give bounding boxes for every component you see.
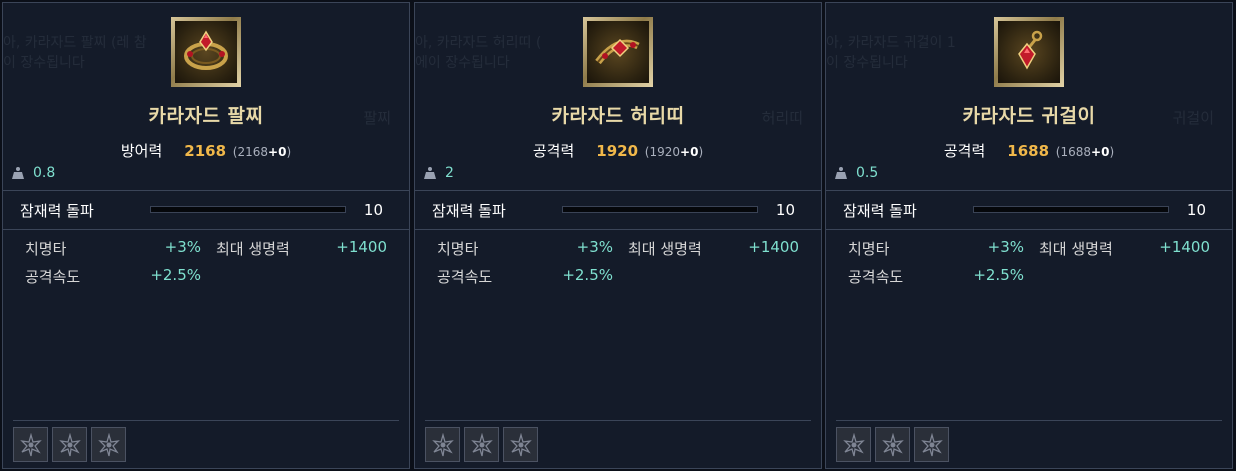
empty-rune-slot-icon[interactable]: [836, 427, 871, 462]
main-stat-bonus: +0: [680, 145, 699, 159]
divider: [13, 420, 399, 421]
potential-value: 10: [1186, 201, 1206, 219]
divider: [425, 420, 811, 421]
sub-stat-value: +1400: [748, 238, 799, 256]
item-card-earring[interactable]: 아, 카라자드 귀걸이 1 이 장수됩니다 귀걸이 카라자드 귀걸이 공격력 16…: [825, 2, 1233, 469]
sub-stat-value: +1400: [336, 238, 387, 256]
potential-breakthrough-row: 잠재력 돌파 10: [3, 191, 409, 229]
divider: [826, 229, 1232, 230]
divider: [3, 229, 409, 230]
empty-rune-slot-icon[interactable]: [875, 427, 910, 462]
weight-indicator: 0.8: [11, 165, 55, 181]
item-icon-frame[interactable]: [994, 17, 1064, 87]
background-ghost-text: 아, 카라자드 허리띠 ( 에이 장수됩니다: [415, 35, 542, 71]
potential-progress-bar: [973, 206, 1169, 213]
sub-stat-label: 치명타: [25, 240, 67, 258]
main-stat-value: 2168: [184, 142, 227, 160]
empty-rune-slot-icon[interactable]: [914, 427, 949, 462]
sub-stat-label: 공격속도: [848, 268, 904, 286]
bracelet-icon: [175, 21, 237, 83]
potential-progress-bar: [150, 206, 346, 213]
rune-slots: [836, 427, 949, 462]
rune-slots: [13, 427, 126, 462]
sub-stat-value: +1400: [1159, 238, 1210, 256]
weight-value: 2: [445, 165, 454, 181]
sub-stat-label: 공격속도: [437, 268, 493, 286]
main-stat: 공격력 1920 (1920+0): [415, 140, 821, 161]
potential-label: 잠재력 돌파: [20, 201, 94, 220]
main-stat: 방어력 2168 (2168+0): [3, 140, 409, 161]
item-name: 카라자드 팔찌: [148, 105, 264, 127]
sub-stat-value: +2.5%: [150, 266, 201, 284]
empty-rune-slot-icon[interactable]: [425, 427, 460, 462]
item-name: 카라자드 귀걸이: [962, 105, 1096, 127]
main-stat-detail: (1920+0): [644, 145, 704, 159]
sub-stats: 치명타 +3% 최대 생명력 +1400 공격속도 +2.5%: [25, 238, 395, 294]
weight-icon: [424, 167, 436, 179]
item-card-belt[interactable]: 아, 카라자드 허리띠 ( 에이 장수됩니다 허리띠 카라자드 허리띠 공격력 1…: [414, 2, 822, 469]
empty-rune-slot-icon[interactable]: [464, 427, 499, 462]
sub-stat-label: 공격속도: [25, 268, 81, 286]
main-stat-value: 1920: [596, 142, 639, 160]
sub-stats: 치명타 +3% 최대 생명력 +1400 공격속도 +2.5%: [437, 238, 807, 294]
sub-stat-value: +3%: [576, 238, 613, 256]
rune-slots: [425, 427, 538, 462]
main-stat-detail: (2168+0): [232, 145, 292, 159]
empty-rune-slot-icon[interactable]: [91, 427, 126, 462]
main-stat-base: 1688: [1060, 145, 1092, 159]
sub-stat-label: 치명타: [848, 240, 890, 258]
belt-icon: [587, 21, 649, 83]
main-stat-value: 1688: [1007, 142, 1050, 160]
earring-icon: [998, 21, 1060, 83]
main-stat-bonus: +0: [268, 145, 287, 159]
sub-stat-row: 치명타 +3% 최대 생명력 +1400: [437, 238, 807, 266]
potential-breakthrough-row: 잠재력 돌파 10: [826, 191, 1232, 229]
main-stat: 공격력 1688 (1688+0): [826, 140, 1232, 161]
weight-icon: [835, 167, 847, 179]
weight-value: 0.5: [856, 165, 879, 181]
main-stat-detail: (1688+0): [1055, 145, 1115, 159]
sub-stat-label: 최대 생명력: [628, 240, 702, 258]
potential-label: 잠재력 돌파: [843, 201, 917, 220]
potential-value: 10: [363, 201, 383, 219]
weight-indicator: 2: [423, 165, 454, 181]
sub-stat-row: 공격속도 +2.5%: [848, 266, 1218, 294]
sub-stat-row: 공격속도 +2.5%: [25, 266, 395, 294]
weight-indicator: 0.5: [834, 165, 878, 181]
main-stat-base: 1920: [649, 145, 681, 159]
sub-stat-value: +3%: [987, 238, 1024, 256]
sub-stat-label: 최대 생명력: [216, 240, 290, 258]
background-ghost-text: 아, 카라자드 귀걸이 1 이 장수됩니다: [826, 35, 956, 71]
potential-value: 10: [775, 201, 795, 219]
item-card-bracelet[interactable]: 아, 카라자드 팔찌 (레 참 이 장수됩니다 팔찌 카라자드 팔찌 방어력 21…: [2, 2, 410, 469]
potential-label: 잠재력 돌파: [432, 201, 506, 220]
item-name: 카라자드 허리띠: [551, 105, 685, 127]
sub-stat-label: 치명타: [437, 240, 479, 258]
main-stat-bonus: +0: [1091, 145, 1110, 159]
sub-stat-row: 공격속도 +2.5%: [437, 266, 807, 294]
sub-stat-label: 최대 생명력: [1039, 240, 1113, 258]
potential-progress-bar: [562, 206, 758, 213]
sub-stat-row: 치명타 +3% 최대 생명력 +1400: [848, 238, 1218, 266]
sub-stat-value: +2.5%: [562, 266, 613, 284]
item-icon-frame[interactable]: [171, 17, 241, 87]
empty-rune-slot-icon[interactable]: [503, 427, 538, 462]
sub-stat-value: +2.5%: [973, 266, 1024, 284]
weight-icon: [12, 167, 24, 179]
main-stat-label: 방어력: [120, 142, 163, 160]
empty-rune-slot-icon[interactable]: [52, 427, 87, 462]
sub-stat-row: 치명타 +3% 최대 생명력 +1400: [25, 238, 395, 266]
weight-value: 0.8: [33, 165, 56, 181]
sub-stat-value: +3%: [164, 238, 201, 256]
empty-rune-slot-icon[interactable]: [13, 427, 48, 462]
main-stat-label: 공격력: [943, 142, 986, 160]
background-ghost-text: 아, 카라자드 팔찌 (레 참 이 장수됩니다: [3, 35, 147, 71]
divider: [836, 420, 1222, 421]
potential-breakthrough-row: 잠재력 돌파 10: [415, 191, 821, 229]
item-icon-frame[interactable]: [583, 17, 653, 87]
sub-stats: 치명타 +3% 최대 생명력 +1400 공격속도 +2.5%: [848, 238, 1218, 294]
main-stat-base: 2168: [237, 145, 269, 159]
divider: [415, 229, 821, 230]
main-stat-label: 공격력: [532, 142, 575, 160]
